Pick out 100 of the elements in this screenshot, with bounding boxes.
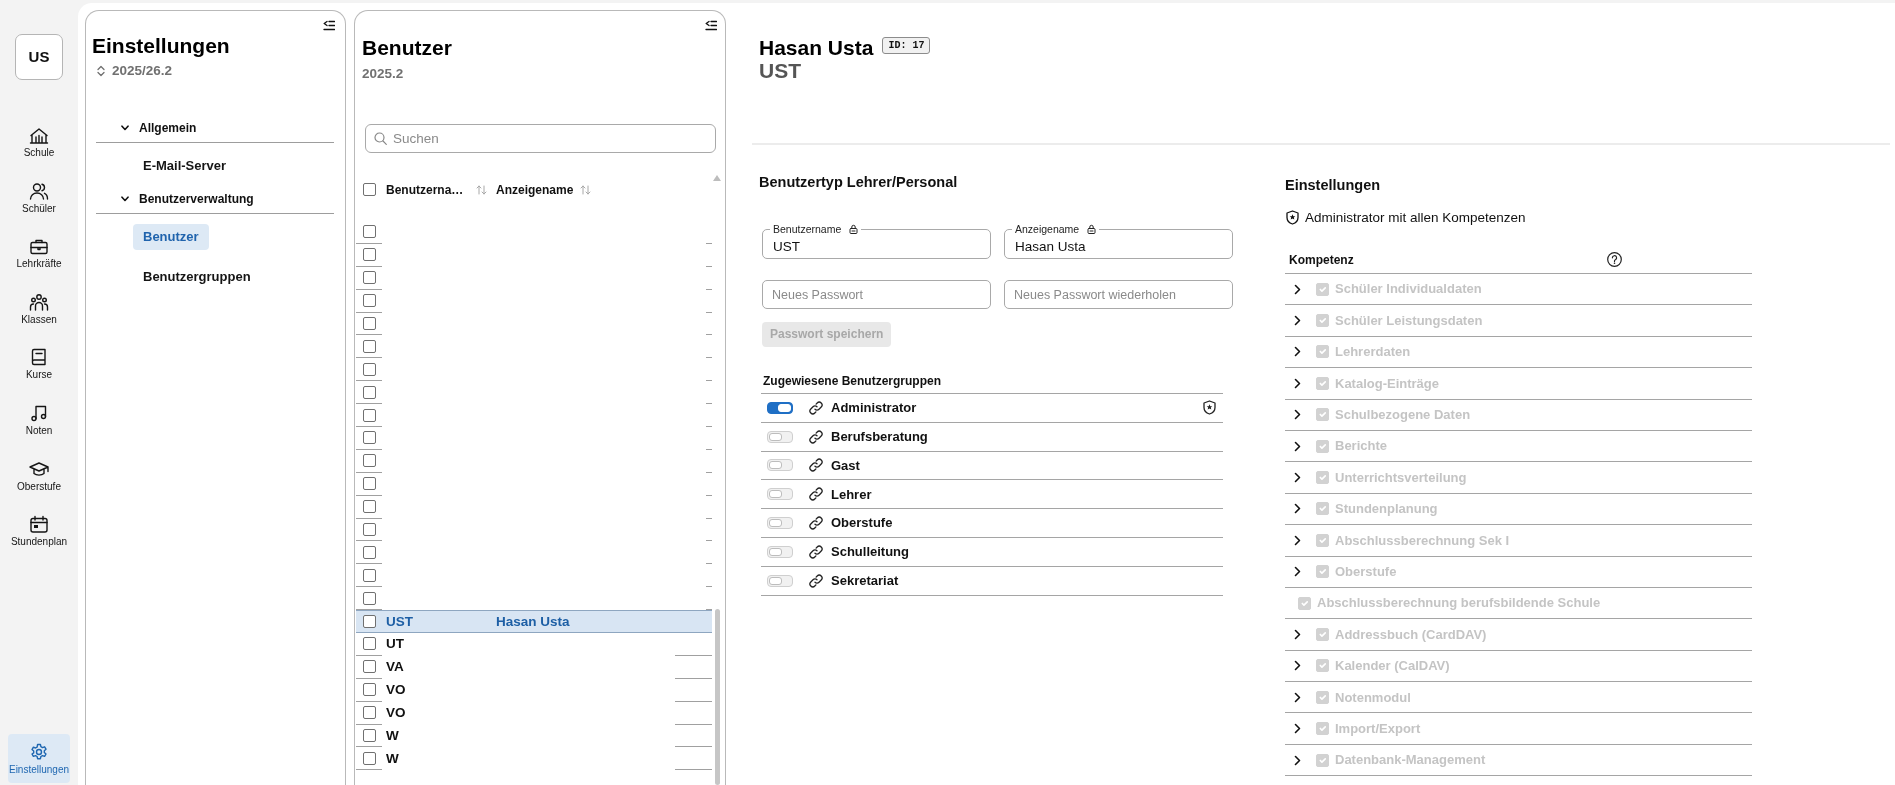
table-cell[interactable]: UT <box>386 636 404 653</box>
tree-item[interactable]: E-Mail-Server <box>133 153 237 179</box>
row-checkbox[interactable] <box>363 706 376 720</box>
row-checkbox[interactable] <box>363 500 376 514</box>
section-header[interactable]: Allgemein <box>96 114 334 143</box>
user-name: Hasan Usta <box>759 34 874 60</box>
text-input[interactable]: UST <box>770 235 982 257</box>
chevron-down-icon <box>121 196 129 202</box>
row-checkbox[interactable] <box>363 339 376 353</box>
row-checkbox[interactable] <box>363 568 376 582</box>
row-checkbox[interactable] <box>363 637 376 651</box>
row-checkbox[interactable] <box>363 751 376 765</box>
table-cell[interactable]: VA <box>386 659 404 676</box>
section-title: Zugewiesene Benutzergruppen <box>763 374 942 389</box>
field-label: Benutzername <box>773 223 842 235</box>
table-cell[interactable]: VO <box>386 682 406 699</box>
text-input[interactable]: Hasan Usta <box>1012 235 1224 257</box>
text-field[interactable]: Benutzername UST <box>762 223 991 259</box>
panel-title: Einstellungen <box>92 33 230 58</box>
graduation-cap-icon <box>29 459 49 478</box>
group-name: Oberstufe <box>831 514 893 533</box>
row-checkbox[interactable] <box>363 431 376 445</box>
row-checkbox[interactable] <box>363 248 376 262</box>
panel-title: Benutzer <box>362 34 452 60</box>
competence-label: Abschlussberechnung Sek I <box>1335 531 1510 550</box>
competence-label: Schüler Individualdaten <box>1335 280 1482 299</box>
link-icon[interactable] <box>809 487 823 502</box>
chevron-down-icon <box>121 125 129 131</box>
table-cell[interactable]: VO <box>386 705 406 722</box>
row-checkbox[interactable] <box>363 362 376 376</box>
panel-subtitle: 2025.2 <box>362 64 404 82</box>
row-checkbox[interactable] <box>363 729 376 743</box>
row-checkbox[interactable] <box>363 317 376 330</box>
shield-star-icon <box>1286 209 1299 225</box>
group-name: Sekretariat <box>831 571 899 590</box>
row-checkbox[interactable] <box>363 271 376 285</box>
section-header[interactable]: Benutzerverwaltung <box>96 185 334 214</box>
group-name: Lehrer <box>831 485 872 504</box>
row-checkbox[interactable] <box>363 454 376 468</box>
row-checkbox[interactable] <box>363 615 376 629</box>
row-checkbox[interactable] <box>363 225 376 239</box>
row-checkbox[interactable] <box>363 660 376 674</box>
row-checkbox[interactable] <box>363 591 376 605</box>
user-avatar[interactable]: US <box>15 34 63 80</box>
sort-icon <box>580 184 592 195</box>
nav-item[interactable]: Oberstufe <box>7 457 71 514</box>
table-cell[interactable]: W <box>386 750 399 767</box>
link-icon[interactable] <box>809 400 823 415</box>
link-icon[interactable] <box>809 573 823 588</box>
password-field[interactable]: Neues Passwort <box>762 280 991 309</box>
link-icon[interactable] <box>809 516 823 531</box>
row-checkbox[interactable] <box>363 545 376 559</box>
row-checkbox[interactable] <box>363 294 376 308</box>
table-cell[interactable]: W <box>386 728 399 745</box>
users-icon <box>29 181 49 200</box>
school-year-selector[interactable]: 2025/26.2 <box>97 62 173 79</box>
table-cell[interactable]: UST <box>386 613 413 630</box>
nav-item[interactable]: Klassen <box>7 290 71 347</box>
row-checkbox[interactable] <box>363 523 376 536</box>
id-badge: ID: 17 <box>882 37 931 54</box>
nav-item[interactable]: Noten <box>7 401 71 458</box>
book-icon <box>29 348 49 367</box>
competence-label: Schulbezogene Daten <box>1335 406 1471 424</box>
select-all-checkbox[interactable] <box>363 183 376 196</box>
nav-item[interactable]: Kurse <box>7 346 71 402</box>
row-checkbox[interactable] <box>363 408 376 422</box>
collapse-icon[interactable] <box>705 20 717 31</box>
competence-label: Lehrerdaten <box>1335 343 1411 362</box>
row-checkbox[interactable] <box>363 477 376 491</box>
competence-label: Addressbuch (CardDAV) <box>1335 625 1487 644</box>
toggle-switch[interactable] <box>767 401 793 414</box>
search-icon <box>374 132 387 145</box>
collapse-icon[interactable] <box>323 20 335 31</box>
column-header[interactable]: Benutzerna… <box>386 180 487 199</box>
help-icon[interactable] <box>1607 252 1622 267</box>
nav-item[interactable]: Schüler <box>7 179 71 236</box>
nav-item[interactable]: Lehrkräfte <box>7 235 71 291</box>
password-field[interactable]: Neues Passwort wiederholen <box>1004 280 1233 309</box>
nav-item[interactable]: Schule <box>7 124 71 180</box>
tree-item[interactable]: Benutzergruppen <box>133 264 261 290</box>
nav-item[interactable]: Einstellungen <box>8 734 70 783</box>
column-header[interactable]: Anzeigename <box>496 180 592 199</box>
nav-item[interactable]: Stundenplan <box>7 513 71 569</box>
selected-table-row[interactable]: UST Hasan Usta <box>356 610 712 634</box>
search-field[interactable]: Suchen <box>365 124 716 153</box>
briefcase-icon <box>29 237 49 256</box>
competence-label: Notenmodul <box>1335 688 1411 707</box>
link-icon[interactable] <box>809 458 823 473</box>
chevron-up-down-icon <box>97 64 105 77</box>
link-icon[interactable] <box>809 429 823 444</box>
competence-label: Kalender (CalDAV) <box>1335 657 1450 676</box>
scrollbar-thumb[interactable] <box>714 609 720 785</box>
section-title: Benutzertyp Lehrer/Personal <box>759 173 958 191</box>
table-cell[interactable]: Hasan Usta <box>496 613 570 630</box>
row-checkbox[interactable] <box>363 683 376 697</box>
row-checkbox[interactable] <box>363 385 376 399</box>
tree-item[interactable]: Benutzer <box>133 224 209 250</box>
group-name: Berufsberatung <box>831 427 928 446</box>
text-field[interactable]: Anzeigename Hasan Usta <box>1004 223 1233 259</box>
link-icon[interactable] <box>809 544 823 559</box>
